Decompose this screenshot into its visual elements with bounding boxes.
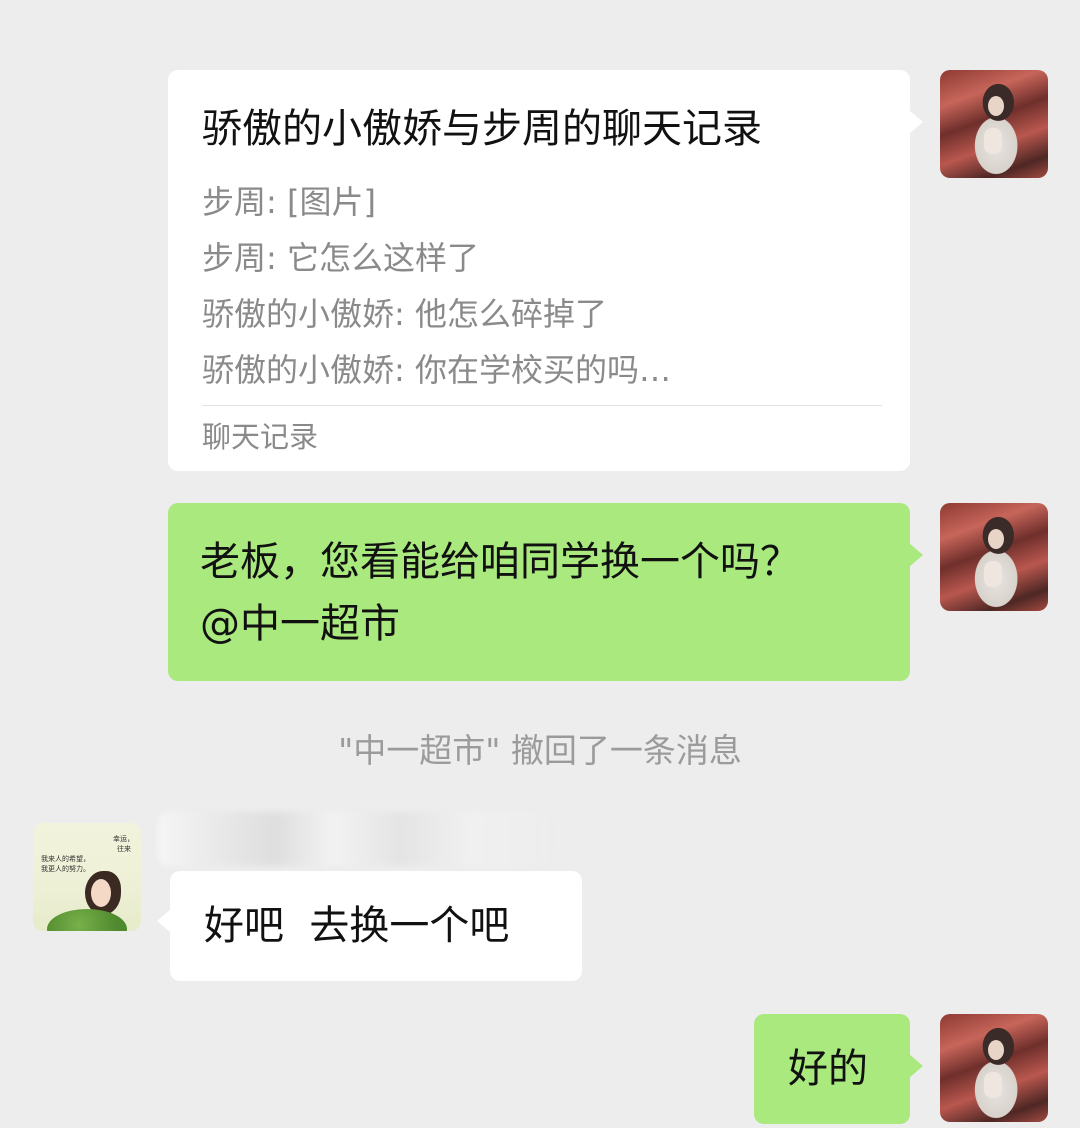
avatar-text: 往来 [117, 845, 131, 853]
outgoing-message[interactable]: 好的 [754, 1014, 923, 1124]
self-avatar[interactable] [940, 1014, 1048, 1122]
avatar-text: 我更人的努力。 [41, 865, 90, 873]
avatar-text: 我来人的希望， [41, 855, 90, 863]
message-text: 好吧 去换一个吧 [204, 903, 510, 949]
self-avatar[interactable] [940, 70, 1048, 178]
recall-notice: "中一超市" 撤回了一条消息 [338, 731, 742, 770]
outgoing-message[interactable]: 老板，您看能给咱同学换一个吗？ @中一超市 [168, 503, 923, 681]
incoming-message[interactable]: 好吧 去换一个吧 [157, 871, 582, 981]
message-text: 老板，您看能给咱同学换一个吗？ @中一超市 [200, 539, 800, 647]
chat-history-line: 骄傲的小傲娇: 他怎么碎掉了 [202, 295, 607, 333]
chat-history-divider [202, 405, 882, 406]
chat-history-line: 骄傲的小傲娇: 你在学校买的吗… [202, 351, 671, 389]
message-text: 好的 [788, 1046, 868, 1092]
avatar-text: 幸运， [113, 835, 134, 843]
blurred-nickname [158, 812, 548, 866]
self-avatar[interactable] [940, 503, 1048, 611]
chat-history-line: 步周: 它怎么这样了 [202, 239, 479, 277]
chat-history-card[interactable]: 骄傲的小傲娇与步周的聊天记录 步周: [图片] 步周: 它怎么这样了 骄傲的小傲… [168, 70, 923, 471]
chat-history-line: 步周: [图片] [202, 183, 376, 221]
chat-history-footer: 聊天记录 [202, 420, 319, 454]
contact-avatar[interactable]: 幸运， 往来 我来人的希望， 我更人的努力。 [33, 823, 141, 931]
chat-history-title: 骄傲的小傲娇与步周的聊天记录 [202, 106, 762, 152]
